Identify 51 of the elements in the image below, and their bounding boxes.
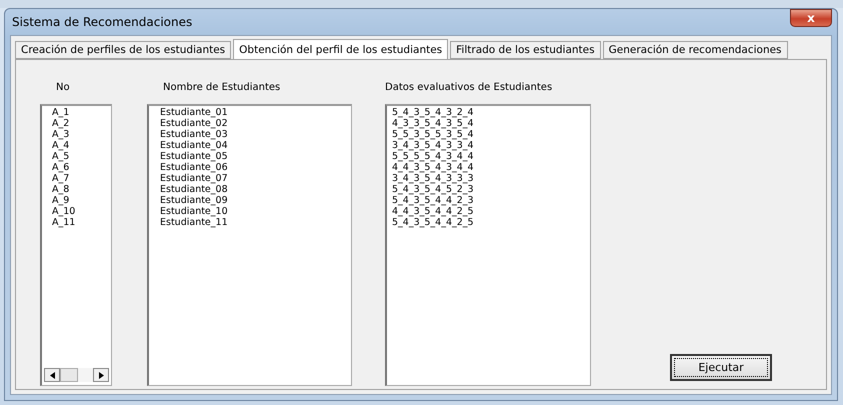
tab[interactable]: Obtención del perfil de los estudiantes [233, 39, 448, 59]
list-box[interactable]: A_1 A_2 A_3 A_4 A_5 A_6 A_7 A_8 A_9 A_10 A_11 [40, 104, 112, 386]
list-box[interactable]: Estudiante_01 Estudiante_02 Estudiante_03 Estudiante_04 Estudiante_05 Estudiante_06 Estudiante_07 Estudiante_08 Estudiante_09 Estudiante_10 Estudiante_11 [147, 104, 352, 386]
list-item[interactable]: Estudiante_10 [160, 206, 351, 217]
tab[interactable]: Filtrado de los estudiantes [450, 41, 601, 59]
window-title: Sistema de Recomendaciones [11, 15, 192, 29]
list-item[interactable]: 4_4_3_5_4_4_2_5 [392, 206, 590, 217]
list-item[interactable]: A_4 [52, 140, 111, 151]
list-item[interactable]: Estudiante_01 [160, 107, 351, 118]
list-item[interactable]: Estudiante_08 [160, 184, 351, 195]
list-box[interactable]: 5_4_3_5_4_3_2_4 4_3_3_5_4_3_5_4 5_5_3_5_5_3_5_4 3_4_3_5_4_3_3_4 5_5_5_5_4_3_4_4 4_4_3_5_4_3_4_4 3_4_3_5_4_3_3_3 5_4_3_5_4_5_2_3 5_4_3_5_4_4_2_3 4_4_3_5_4_4_2_5 5_4_3_5_4_4_2_5 [385, 104, 591, 386]
scroll-left-button[interactable] [44, 368, 60, 382]
horizontal-scrollbar[interactable] [44, 368, 109, 382]
list-item[interactable]: A_11 [52, 217, 111, 228]
column-heading: No [56, 82, 71, 95]
list-item[interactable]: A_6 [52, 162, 111, 173]
list-item[interactable]: Estudiante_07 [160, 173, 351, 184]
list-item[interactable]: 4_4_3_5_4_3_4_4 [392, 162, 590, 173]
column-heading: Nombre de Estudiantes [163, 82, 282, 95]
list-item[interactable]: 5_4_3_5_4_4_2_5 [392, 217, 590, 228]
list-item[interactable]: A_8 [52, 184, 111, 195]
column-heading: Datos evaluativos de Estudiantes [385, 82, 554, 95]
list-item[interactable]: Estudiante_11 [160, 217, 351, 228]
list-item[interactable]: 4_3_3_5_4_3_5_4 [392, 118, 590, 129]
list-item[interactable]: Estudiante_09 [160, 195, 351, 206]
list-item[interactable]: 3_4_3_5_4_3_3_3 [392, 173, 590, 184]
list-item[interactable]: A_10 [52, 206, 111, 217]
tab[interactable]: Creación de perfiles de los estudiantes [15, 41, 232, 59]
list-item[interactable]: 5_4_3_5_4_4_2_3 [392, 195, 590, 206]
close-button[interactable]: x [790, 9, 832, 27]
execute-button[interactable]: Ejecutar [670, 354, 772, 381]
tab[interactable]: Generación de recomendaciones [602, 41, 788, 59]
list-item[interactable]: A_9 [52, 195, 111, 206]
list-item[interactable]: Estudiante_03 [160, 129, 351, 140]
list-item[interactable]: Estudiante_05 [160, 151, 351, 162]
list-item[interactable]: A_5 [52, 151, 111, 162]
left-caret-icon [50, 372, 54, 378]
list-item[interactable]: Estudiante_06 [160, 162, 351, 173]
list-item[interactable]: A_1 [52, 107, 111, 118]
list-item[interactable]: 3_4_3_5_4_3_3_4 [392, 140, 590, 151]
list-item[interactable]: 5_4_3_5_4_5_2_3 [392, 184, 590, 195]
list-item[interactable]: 5_5_3_5_5_3_5_4 [392, 129, 590, 140]
list-item[interactable]: 5_5_5_5_4_3_4_4 [392, 151, 590, 162]
list-item[interactable]: Estudiante_04 [160, 140, 351, 151]
list-item[interactable]: A_7 [52, 173, 111, 184]
scroll-right-button[interactable] [93, 368, 109, 382]
list-item[interactable]: 5_4_3_5_4_3_2_4 [392, 107, 590, 118]
list-item[interactable]: Estudiante_02 [160, 118, 351, 129]
right-caret-icon [98, 372, 104, 378]
list-item[interactable]: A_2 [52, 118, 111, 129]
list-item[interactable]: A_3 [52, 129, 111, 140]
